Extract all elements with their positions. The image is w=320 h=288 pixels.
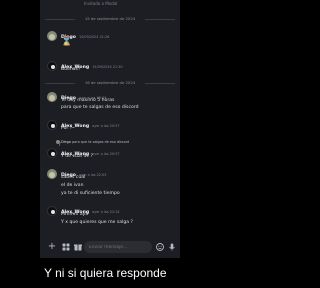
timestamp: ayer a las 20:57 (92, 152, 120, 156)
avatar[interactable] (47, 61, 57, 71)
screenshot-stage: Invitado a Modal 15 de septiembre de 202… (0, 0, 288, 288)
message-text: el de ivan (61, 183, 84, 188)
message-text: Y de cual dc ? (61, 154, 93, 159)
message-text: Te doy maximo 5 horas (61, 98, 115, 103)
message-group[interactable]: Diego ayer a las 16:29 Te doy maximo 5 ho… (47, 91, 175, 113)
message-group[interactable]: Alex_Wong 15/09/2024 21:30 Buenas? (47, 60, 175, 76)
reply-text: para que te salgas de eso discord (71, 140, 130, 144)
date-divider: 15 de septiembre de 2024 (45, 16, 175, 22)
date-divider-label: 16 de septiembre de 2024 (84, 80, 136, 85)
top-bar: Invitado a Modal (40, 0, 180, 10)
avatar[interactable] (47, 148, 57, 158)
message-text: Mmmm aya (61, 212, 89, 217)
timestamp: ayer a las 22:24 (92, 210, 120, 214)
message-group[interactable]: Alex_Wong ayer a las 22:24 Mmmm aya Y x q… (47, 205, 175, 229)
timestamp: ayer a las 20:57 (92, 124, 120, 128)
avatar[interactable] (47, 31, 57, 41)
timestamp: 15/09/2024 21:26 (78, 35, 110, 39)
avatar[interactable] (47, 206, 57, 216)
caption-text: Y ni si quiera responde (44, 266, 167, 280)
avatar[interactable] (47, 169, 57, 179)
date-divider: 16 de septiembre de 2024 (45, 80, 175, 86)
gift-icon[interactable] (72, 241, 84, 253)
message-text: ya te di suficiente tiempo (61, 191, 120, 196)
message-group[interactable]: Alex_Wong ayer a las 20:57 Y de cual dc ? (47, 147, 175, 163)
avatar[interactable] (47, 120, 57, 130)
avatar[interactable] (47, 92, 57, 102)
reply-reference[interactable]: Diego para que te salgas de eso discord (47, 140, 175, 146)
message-group[interactable]: Alex_Wong ayer a las 20:57 Por ? (47, 119, 175, 135)
message-text: sabes cual (61, 175, 86, 180)
message-text: Y x que quieres que me salga ? (61, 220, 133, 225)
message-group[interactable]: Diego ayer a las 22:03 sabes cual el de i… (47, 168, 175, 198)
message-input[interactable] (84, 241, 152, 253)
date-divider-label: 15 de septiembre de 2024 (84, 16, 136, 21)
message-text: para que te salgas de eso discord (61, 105, 139, 110)
invited-label: Invitado a Modal (84, 1, 118, 6)
reply-connector (59, 142, 66, 146)
message-text: Buenas? (61, 67, 81, 72)
message-text: Por ? (61, 126, 73, 131)
message-composer: + (40, 236, 180, 258)
plus-icon[interactable]: + (46, 241, 58, 253)
chat-screen: Invitado a Modal 15 de septiembre de 202… (40, 0, 180, 258)
timestamp: 15/09/2024 21:30 (92, 65, 123, 69)
microphone-icon[interactable] (166, 241, 178, 253)
apps-icon[interactable] (60, 241, 72, 253)
hourglass-icon: ⌛ (61, 37, 73, 47)
message-group[interactable]: Diego 15/09/2024 21:26 ⌛ (47, 30, 175, 52)
emoji-icon[interactable] (154, 241, 166, 253)
